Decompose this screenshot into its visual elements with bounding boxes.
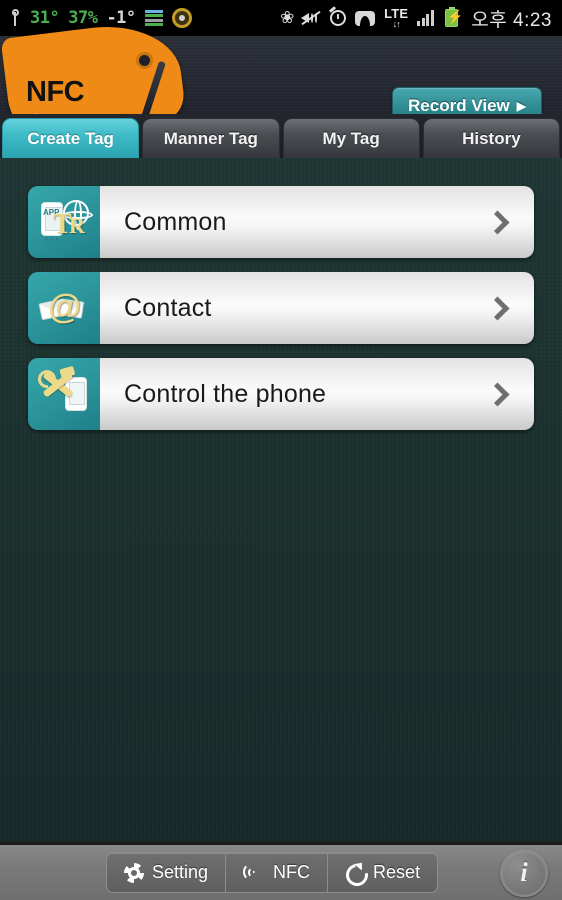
status-bar-left: 31° 37% -1°: [10, 8, 192, 28]
common-icon-tile: APP T R: [28, 186, 100, 258]
sync-bars-icon: [144, 10, 163, 26]
main-content: APP T R Common @ Contact Control the pho…: [0, 158, 562, 842]
chevron-right-icon: ▶: [516, 99, 526, 113]
app-root: 31° 37% -1° ❀ LTE ↓↑ 오후 4:23 N: [0, 0, 562, 900]
status-clock: 오후 4:23: [471, 9, 552, 31]
chevron-right-icon: [485, 295, 510, 321]
contact-row-body: Contact: [100, 272, 534, 344]
contact-icon-tile: @: [28, 272, 100, 344]
common-row-body: Common: [100, 186, 534, 258]
setting-label: Setting: [152, 862, 209, 882]
tag-logo-hole: [136, 52, 153, 69]
nfc-label: NFC: [273, 862, 311, 882]
status-bar-right: ❀ LTE ↓↑ 오후 4:23: [280, 5, 552, 32]
info-button[interactable]: i: [499, 848, 548, 897]
reset-button[interactable]: Reset: [328, 853, 437, 892]
control-phone-row-body: Control the phone: [100, 358, 534, 430]
gear-icon: [124, 862, 144, 883]
tab-manner-tag[interactable]: Manner Tag: [142, 118, 280, 158]
tools-phone-icon: [39, 371, 89, 417]
reset-label: Reset: [373, 862, 421, 882]
at-envelope-icon: @: [38, 285, 89, 331]
chevron-right-icon: [485, 381, 510, 407]
menu-label-common: Common: [124, 207, 227, 236]
usb-icon: [10, 8, 21, 28]
tab-bar: Create Tag Manner Tag My Tag History: [0, 114, 562, 158]
vibrate-off-icon: [301, 10, 321, 26]
menu-label-control-phone: Control the phone: [124, 379, 327, 408]
signal-icon: [417, 10, 436, 26]
at-symbol: @: [48, 288, 82, 326]
bottom-toolbar: Setting NFC Reset i: [0, 842, 562, 900]
toolbar-button-group: Setting NFC Reset: [106, 852, 439, 893]
menu-row-control-phone[interactable]: Control the phone: [28, 358, 534, 430]
missed-call-icon: [355, 10, 376, 26]
bluetooth-icon: ❀: [280, 8, 295, 27]
tab-my-tag[interactable]: My Tag: [282, 118, 420, 158]
menu-label-contact: Contact: [124, 293, 212, 322]
battery-charging-icon: [445, 7, 463, 27]
menu-row-common[interactable]: APP T R Common: [28, 186, 534, 258]
gold-circle-icon: [171, 8, 192, 28]
status-temp-secondary: -1°: [106, 8, 136, 28]
network-type-icon: LTE ↓↑: [384, 7, 408, 29]
status-battery-percent: 37%: [68, 8, 98, 28]
control-phone-icon-tile: [28, 358, 100, 430]
record-view-label: Record View: [408, 96, 510, 115]
nfc-wave-icon: [243, 862, 265, 883]
setting-button[interactable]: Setting: [107, 853, 227, 892]
status-temp-outdoor: 31°: [30, 8, 60, 28]
glyph-r: R: [69, 213, 85, 238]
app-globe-tr-icon: APP T R: [39, 199, 93, 245]
app-header: NFC Smart Tags Record View ▶: [0, 17, 562, 140]
network-arrows: ↓↑: [392, 19, 401, 29]
menu-row-contact[interactable]: @ Contact: [28, 272, 534, 344]
alarm-icon: [330, 10, 347, 26]
tab-create-tag[interactable]: Create Tag: [2, 118, 140, 158]
refresh-icon: [345, 863, 365, 883]
nfc-button[interactable]: NFC: [226, 853, 329, 892]
chevron-right-icon: [485, 209, 510, 235]
tab-history[interactable]: History: [422, 118, 560, 158]
